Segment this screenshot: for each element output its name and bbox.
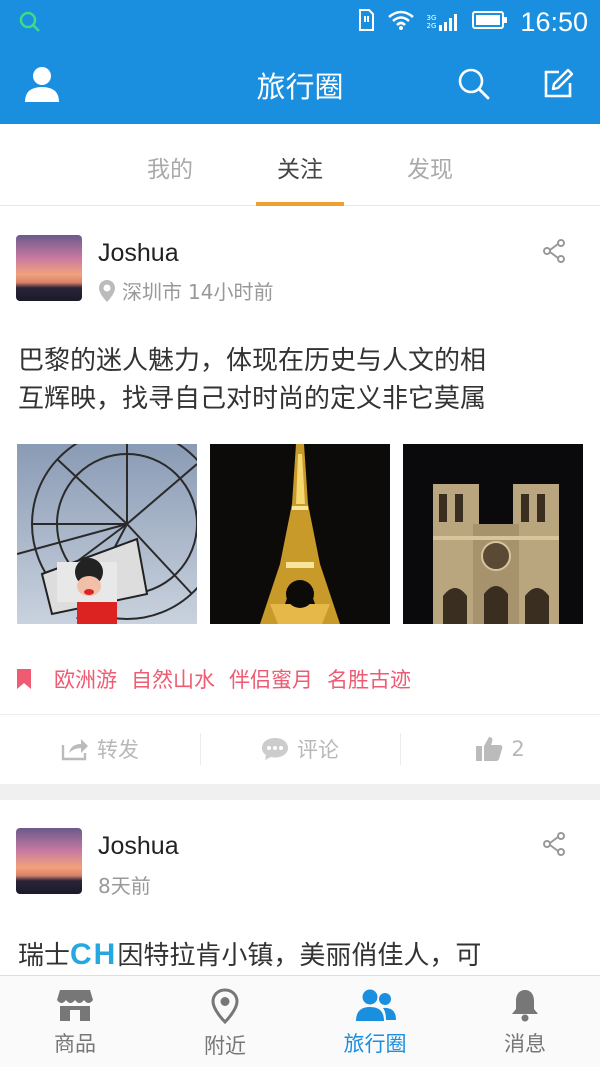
post-username[interactable]: Joshua (98, 239, 179, 268)
clock: 16:50 (520, 6, 588, 37)
ferris-wheel-photo[interactable] (17, 444, 197, 624)
nav-item-nearby[interactable]: 附近 (150, 976, 300, 1067)
notre-dame-photo[interactable] (403, 444, 583, 624)
people-icon (356, 989, 396, 1021)
thumbs-up-icon (476, 737, 503, 761)
page-title: 旅行圈 (256, 70, 344, 104)
post-username[interactable]: Joshua (98, 832, 179, 861)
bottom-nav: 商品 附近 旅行圈 消息 (0, 975, 600, 1067)
comment-button[interactable]: 评论 (200, 715, 400, 783)
comment-icon (262, 738, 288, 760)
eiffel-tower-photo[interactable] (210, 444, 390, 624)
post-actions: 转发 评论 2 (0, 715, 600, 783)
nav-label: 消息 (504, 1032, 546, 1056)
tag[interactable]: 自然山水 (131, 664, 215, 694)
location-pin-icon (211, 988, 239, 1024)
nav-item-goods[interactable]: 商品 (0, 976, 150, 1067)
post-time: 14小时前 (188, 280, 274, 304)
avatar[interactable] (16, 235, 82, 301)
nav-label: 旅行圈 (343, 1032, 407, 1056)
repost-button[interactable]: 转发 (0, 715, 200, 783)
sim-card-icon (357, 8, 375, 36)
search-icon (458, 68, 490, 100)
ch-logo: CH (70, 938, 118, 971)
tag[interactable]: 伴侣蜜月 (229, 664, 313, 694)
post-text: 巴黎的迷人魅力，体现在历史与人文的相 互辉映，找寻自己对时尚的定义非它莫属 (18, 342, 588, 418)
post-meta: 深圳市 14小时前 (98, 276, 273, 305)
post-text-prefix: 瑞士 (18, 941, 71, 971)
location-icon (99, 279, 115, 302)
search-status-icon (18, 10, 42, 38)
edit-icon (544, 68, 574, 98)
post-text-line: 巴黎的迷人魅力，体现在历史与人文的相 (18, 346, 487, 376)
nav-item-travel-circle[interactable]: 旅行圈 (300, 976, 450, 1067)
tab-following[interactable]: 关注 (250, 150, 350, 184)
avatar[interactable] (16, 828, 82, 894)
nav-label: 商品 (54, 1032, 96, 1056)
post-card: Joshua 深圳市 14小时前 巴黎的迷人魅力，体现在历史与人文的相 互辉映，… (0, 206, 600, 784)
status-bar: 3G 2G 16:50 (0, 0, 600, 44)
like-button[interactable]: 2 (400, 715, 600, 783)
compose-button[interactable] (536, 62, 580, 106)
tab-discover[interactable]: 发现 (380, 150, 480, 184)
post-text-line: 互辉映，找寻自己对时尚的定义非它莫属 (18, 384, 487, 414)
signal-icon: 3G 2G (427, 12, 461, 32)
bookmark-icon (17, 669, 31, 689)
post-text-suffix: 因特拉肯小镇，美丽俏佳人，可 (117, 941, 482, 971)
like-count: 2 (511, 737, 525, 761)
repost-label: 转发 (97, 738, 139, 762)
app-bar: 旅行圈 (0, 44, 600, 124)
nav-item-messages[interactable]: 消息 (450, 976, 600, 1067)
network-type-bottom: 2G (426, 22, 437, 30)
search-button[interactable] (452, 62, 496, 106)
bell-icon (512, 990, 538, 1022)
tag[interactable]: 欧洲游 (54, 664, 117, 694)
post-card: Joshua 8天前 瑞士CH因特拉肯小镇，美丽俏佳人，可 (0, 800, 600, 975)
post-time: 8天前 (98, 874, 151, 898)
share-button[interactable] (542, 832, 566, 856)
feed-tabs: 我的 关注 发现 (0, 124, 600, 206)
wifi-icon (387, 9, 415, 35)
tag[interactable]: 名胜古迹 (327, 664, 411, 694)
tab-mine[interactable]: 我的 (120, 150, 220, 184)
comment-label: 评论 (297, 738, 339, 762)
share-icon (543, 832, 565, 856)
post-meta: 8天前 (98, 870, 151, 899)
repost-icon (61, 739, 88, 761)
post-location: 深圳市 (122, 280, 182, 304)
nav-label: 附近 (204, 1034, 246, 1058)
share-icon (543, 239, 565, 263)
post-text: 瑞士CH因特拉肯小镇，美丽俏佳人，可 (18, 936, 588, 975)
share-button[interactable] (542, 239, 566, 263)
store-icon (57, 990, 93, 1021)
battery-icon (472, 10, 508, 34)
network-type-top: 3G (426, 14, 437, 22)
tag-list: 欧洲游 自然山水 伴侣蜜月 名胜古迹 (16, 664, 411, 694)
